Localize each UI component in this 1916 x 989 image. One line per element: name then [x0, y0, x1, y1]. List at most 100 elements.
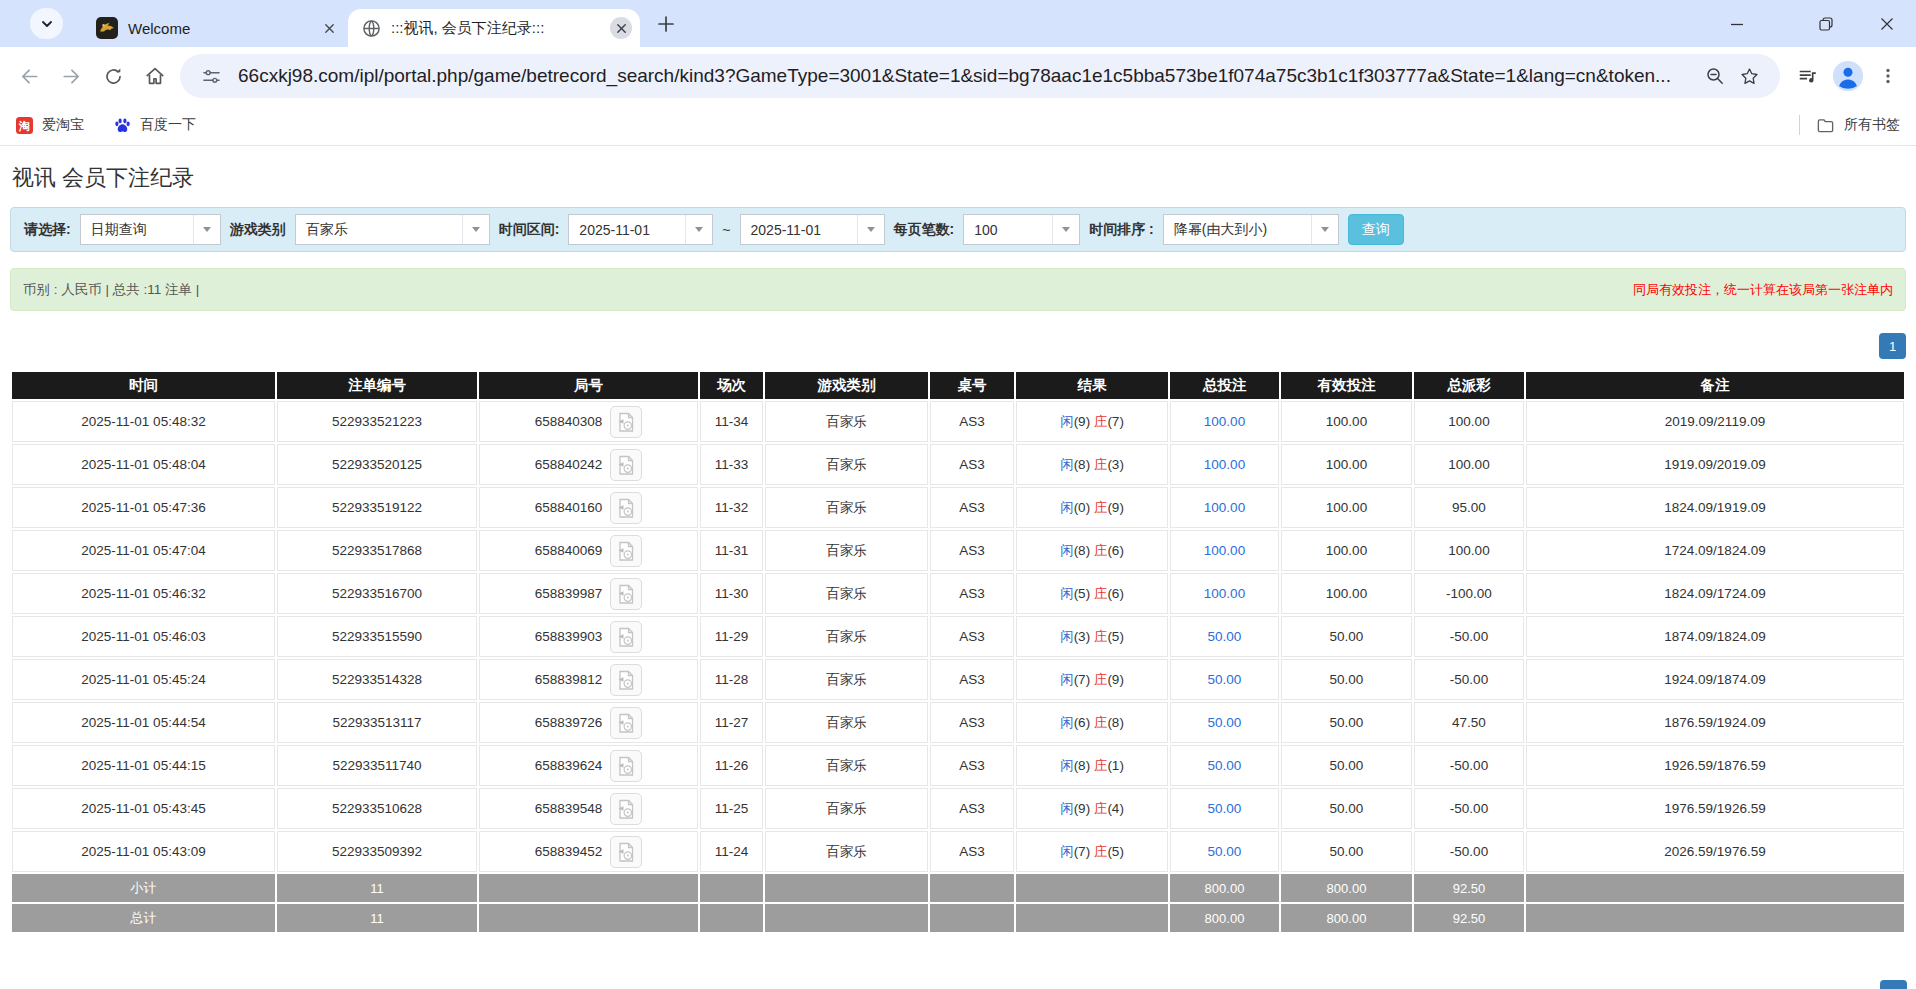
video-record-button[interactable] — [610, 449, 642, 481]
cell-result: 闲(8) 庄(3) — [1016, 444, 1168, 485]
back-button[interactable] — [8, 55, 50, 97]
tab-search-button[interactable] — [30, 8, 63, 39]
video-record-button[interactable] — [610, 664, 642, 696]
cell-total-bet: 50.00 — [1170, 659, 1279, 700]
chevron-down-icon[interactable] — [193, 215, 220, 244]
zoom-out-icon[interactable] — [1698, 59, 1732, 93]
bookmark-star-icon[interactable] — [1732, 59, 1766, 93]
video-record-button[interactable] — [610, 750, 642, 782]
page-1-button[interactable]: 1 — [1879, 333, 1906, 359]
video-record-button[interactable] — [610, 492, 642, 524]
banker-result: 庄 — [1094, 586, 1108, 601]
cell-result: 闲(8) 庄(1) — [1016, 745, 1168, 786]
taobao-icon: 淘 — [16, 117, 33, 134]
total-row-cell-7 — [1016, 904, 1168, 932]
cell-round: 658839548 — [479, 788, 698, 829]
bookmark-baidu[interactable]: 百度一下 — [114, 116, 196, 134]
chevron-down-icon[interactable] — [462, 215, 489, 244]
video-record-button[interactable] — [610, 535, 642, 567]
round-number: 658839624 — [535, 758, 603, 773]
search-button[interactable]: 查询 — [1348, 214, 1404, 245]
page-size-combobox[interactable]: 100 — [963, 214, 1080, 245]
cell-time: 2025-11-01 05:44:15 — [12, 745, 275, 786]
cell-table-no: AS3 — [930, 659, 1014, 700]
tab-close-button[interactable] — [318, 17, 340, 39]
video-record-button[interactable] — [610, 836, 642, 868]
total-bet-link[interactable]: 50.00 — [1208, 672, 1242, 687]
url-text[interactable]: 66cxkj98.com/ipl/portal.php/game/betreco… — [238, 65, 1698, 87]
cell-total-bet: 50.00 — [1170, 702, 1279, 743]
game-type-combobox[interactable]: 百家乐 — [295, 214, 490, 245]
cell-payout: -50.00 — [1414, 788, 1524, 829]
summary-text: 币别 : 人民币 | 总共 :11 注单 | — [23, 281, 199, 299]
video-record-button[interactable] — [610, 793, 642, 825]
cell-session: 11-30 — [700, 573, 763, 614]
video-record-button[interactable] — [610, 406, 642, 438]
chevron-down-icon[interactable] — [1052, 215, 1079, 244]
cell-session: 11-28 — [700, 659, 763, 700]
chevron-down-icon[interactable] — [685, 215, 712, 244]
player-result: 闲 — [1060, 457, 1074, 472]
total-bet-link[interactable]: 50.00 — [1208, 801, 1242, 816]
cell-valid-bet: 50.00 — [1281, 745, 1412, 786]
forward-button[interactable] — [50, 55, 92, 97]
site-settings-icon[interactable] — [194, 59, 228, 93]
video-record-button[interactable] — [610, 578, 642, 610]
cell-remark: 2026.59/1976.59 — [1526, 831, 1904, 872]
query-type-combobox[interactable]: 日期查询 — [80, 214, 221, 245]
cell-bet-id: 522933510628 — [277, 788, 477, 829]
total-bet-link[interactable]: 100.00 — [1204, 543, 1245, 558]
table-row: 2025-11-01 05:45:24522933514328658839812… — [12, 659, 1904, 700]
home-button[interactable] — [134, 55, 176, 97]
cell-total-bet: 100.00 — [1170, 444, 1279, 485]
restore-icon — [1819, 17, 1833, 31]
cell-table-no: AS3 — [930, 616, 1014, 657]
all-bookmarks[interactable]: 所有书签 — [1799, 115, 1900, 135]
cell-round: 658840242 — [479, 444, 698, 485]
address-bar[interactable]: 66cxkj98.com/ipl/portal.php/game/betreco… — [180, 54, 1780, 98]
column-header-10: 总派彩 — [1414, 372, 1524, 399]
date-from-combobox[interactable]: 2025-11-01 — [568, 214, 713, 245]
cell-result: 闲(9) 庄(7) — [1016, 401, 1168, 442]
date-to-combobox[interactable]: 2025-11-01 — [740, 214, 885, 245]
window-minimize-button[interactable] — [1723, 11, 1751, 37]
video-record-button[interactable] — [610, 621, 642, 653]
table-row: 2025-11-01 05:44:15522933511740658839624… — [12, 745, 1904, 786]
video-record-button[interactable] — [610, 707, 642, 739]
media-controls-button[interactable] — [1788, 56, 1828, 96]
cell-payout: -50.00 — [1414, 831, 1524, 872]
chevron-down-icon[interactable] — [1311, 215, 1338, 244]
new-tab-button[interactable] — [655, 13, 677, 35]
cell-game-type: 百家乐 — [765, 659, 928, 700]
total-bet-link[interactable]: 100.00 — [1204, 457, 1245, 472]
total-bet-link[interactable]: 50.00 — [1208, 629, 1242, 644]
baidu-paw-icon — [114, 117, 131, 134]
menu-button[interactable] — [1868, 56, 1908, 96]
tab-betrecord[interactable]: :::视讯, 会员下注纪录::: — [348, 9, 640, 47]
cell-valid-bet: 50.00 — [1281, 702, 1412, 743]
tab-welcome[interactable]: Welcome — [86, 9, 348, 47]
page-1-button[interactable]: 1 — [1880, 980, 1907, 989]
total-bet-link[interactable]: 50.00 — [1208, 844, 1242, 859]
total-bet-link[interactable]: 50.00 — [1208, 715, 1242, 730]
profile-avatar[interactable] — [1828, 56, 1868, 96]
window-restore-button[interactable] — [1812, 11, 1840, 37]
cell-result: 闲(7) 庄(9) — [1016, 659, 1168, 700]
cell-round: 658839452 — [479, 831, 698, 872]
reload-button[interactable] — [92, 55, 134, 97]
bookmark-taobao[interactable]: 淘 爱淘宝 — [16, 116, 84, 134]
window-close-button[interactable] — [1873, 11, 1901, 37]
total-bet-link[interactable]: 50.00 — [1208, 758, 1242, 773]
chevron-down-icon[interactable] — [857, 215, 884, 244]
video-record-icon — [617, 541, 635, 561]
tab-close-button[interactable] — [610, 17, 632, 39]
close-icon — [323, 22, 336, 35]
total-bet-link[interactable]: 100.00 — [1204, 414, 1245, 429]
total-bet-link[interactable]: 100.00 — [1204, 500, 1245, 515]
total-bet-link[interactable]: 100.00 — [1204, 586, 1245, 601]
sort-combobox[interactable]: 降幂(由大到小) — [1163, 214, 1339, 245]
total-row-cell-6 — [930, 904, 1014, 932]
globe-icon — [362, 19, 381, 38]
subtotal-row-cell-3 — [479, 874, 698, 902]
table-row: 2025-11-01 05:48:04522933520125658840242… — [12, 444, 1904, 485]
